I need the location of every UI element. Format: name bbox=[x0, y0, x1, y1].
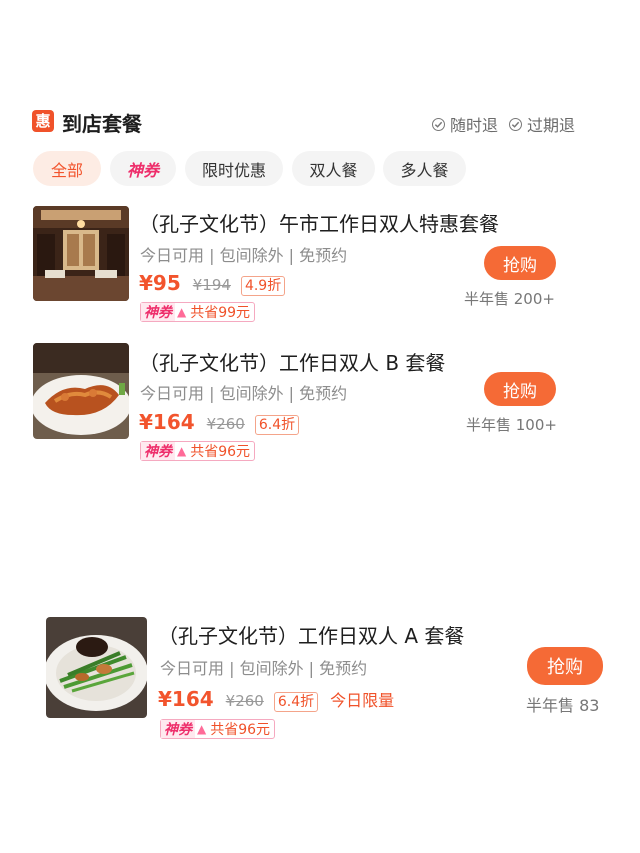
coupon-save: 共省96元 bbox=[190, 444, 251, 460]
deal-price: ¥95 bbox=[139, 271, 181, 295]
coupon-label: 神券 bbox=[161, 720, 195, 738]
sold-count: 半年售 100+ bbox=[466, 416, 557, 434]
deal-price-row: ¥95 ¥194 4.9折 bbox=[139, 271, 286, 296]
up-arrow-icon: ▲ bbox=[197, 722, 207, 736]
buy-button[interactable]: 抢购 bbox=[527, 647, 603, 685]
coupon-tag: 神券 ▲ 共省96元 bbox=[160, 719, 276, 739]
deal-title[interactable]: （孔子文化节）工作日双人 A 套餐 bbox=[158, 620, 464, 649]
deal-limit-tag: 今日限量 bbox=[330, 691, 395, 710]
deal-original-price: ¥194 bbox=[192, 276, 231, 294]
policy-expired-refund: 过期退 bbox=[509, 112, 575, 136]
deal-desc: 今日可用 | 包间除外 | 免预约 bbox=[160, 659, 368, 678]
filter-shen-coupon[interactable]: 神券 bbox=[110, 151, 176, 186]
sold-count: 半年售 83 bbox=[526, 696, 600, 715]
deal-original-price: ¥260 bbox=[206, 415, 245, 433]
filter-limited-offer[interactable]: 限时优惠 bbox=[185, 151, 283, 186]
deal-price: ¥164 bbox=[139, 410, 195, 434]
check-circle-icon bbox=[432, 117, 445, 131]
buy-button[interactable]: 抢购 bbox=[484, 246, 556, 280]
up-arrow-icon: ▲ bbox=[177, 305, 187, 319]
sold-count: 半年售 200+ bbox=[464, 290, 555, 308]
deal-thumbnail-restaurant-interior[interactable] bbox=[33, 206, 129, 301]
deal-discount: 4.9折 bbox=[240, 276, 286, 296]
policy-label: 过期退 bbox=[527, 116, 576, 135]
coupon-tag: 神券 ▲ 共省99元 bbox=[140, 302, 256, 322]
coupon-label: 神券 bbox=[141, 442, 175, 460]
policy-label: 随时退 bbox=[450, 116, 499, 135]
deal-title[interactable]: （孔子文化节）午市工作日双人特惠套餐 bbox=[139, 208, 499, 237]
deal-discount: 6.4折 bbox=[273, 692, 319, 712]
deal-price-row: ¥164 ¥260 6.4折 bbox=[139, 410, 300, 435]
deal-thumbnail-squid-dish[interactable] bbox=[33, 343, 129, 439]
deal-title[interactable]: （孔子文化节）工作日双人 B 套餐 bbox=[139, 347, 445, 376]
policy-anytime-refund: 随时退 bbox=[432, 112, 498, 136]
deal-desc: 今日可用 | 包间除外 | 免预约 bbox=[140, 246, 348, 265]
up-arrow-icon: ▲ bbox=[177, 444, 187, 458]
deal-thumbnail-green-bean-dish[interactable] bbox=[46, 617, 147, 718]
buy-button[interactable]: 抢购 bbox=[484, 372, 556, 406]
coupon-tag: 神券 ▲ 共省96元 bbox=[140, 441, 256, 461]
section-title: 到店套餐 bbox=[62, 112, 142, 136]
deal-price: ¥164 bbox=[158, 687, 214, 711]
coupon-label: 神券 bbox=[141, 303, 175, 321]
hui-badge-icon: 惠 bbox=[32, 110, 54, 132]
deal-price-row: ¥164 ¥260 6.4折 今日限量 bbox=[158, 687, 394, 712]
filter-multi-person[interactable]: 多人餐 bbox=[383, 151, 466, 186]
deal-original-price: ¥260 bbox=[225, 692, 264, 710]
deal-discount: 6.4折 bbox=[254, 415, 300, 435]
deal-desc: 今日可用 | 包间除外 | 免预约 bbox=[140, 384, 348, 403]
coupon-save: 共省96元 bbox=[210, 722, 271, 738]
coupon-save: 共省99元 bbox=[190, 305, 251, 321]
filter-two-person[interactable]: 双人餐 bbox=[292, 151, 375, 186]
filter-all[interactable]: 全部 bbox=[33, 151, 101, 186]
check-circle-icon bbox=[509, 117, 522, 131]
